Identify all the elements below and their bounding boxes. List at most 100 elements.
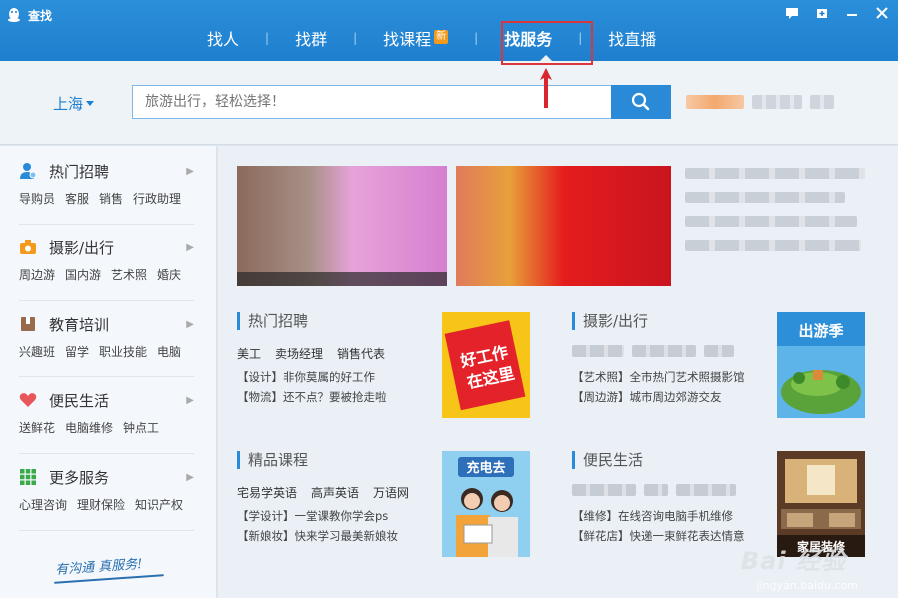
city-selector[interactable]: 上海	[53, 93, 95, 114]
qq-penguin-icon	[8, 8, 20, 22]
sub-link[interactable]: 留学	[65, 343, 89, 360]
sub-link[interactable]: 送鲜花	[19, 419, 55, 436]
card-link[interactable]: 【鲜花店】快递一束鲜花表达情意	[572, 528, 745, 544]
tag-link[interactable]: 销售代表	[337, 345, 385, 362]
category-title: 便民生活	[49, 391, 110, 410]
sub-link[interactable]: 职业技能	[99, 343, 147, 360]
chevron-right-icon: ▶	[186, 165, 194, 177]
sub-link[interactable]: 客服	[65, 190, 89, 207]
card-title[interactable]: 摄影/出行	[572, 312, 648, 330]
card-image-text: 出游季	[798, 322, 843, 340]
promo-banner[interactable]	[456, 166, 671, 286]
book-icon	[21, 317, 35, 331]
card-title[interactable]: 热门招聘	[237, 312, 308, 330]
chevron-down-icon	[86, 101, 95, 106]
card-title[interactable]: 精品课程	[237, 451, 308, 469]
card-image[interactable]: 充电去	[442, 451, 530, 557]
sub-link[interactable]: 心理咨询	[19, 496, 67, 513]
category-title: 更多服务	[49, 468, 110, 487]
sub-link[interactable]: 销售	[99, 190, 123, 207]
highlight-box	[501, 21, 593, 65]
recruit-user-icon	[20, 163, 37, 179]
minimize-icon[interactable]	[844, 6, 860, 22]
tag-link[interactable]: 美工	[237, 345, 261, 362]
sidebar-item-more[interactable]: 更多服务 ▶ 心理咨询 理财保险 知识产权	[19, 466, 194, 513]
category-title: 摄影/出行	[49, 238, 115, 257]
divider	[19, 224, 194, 225]
sidebar-item-recruitment[interactable]: 热门招聘 ▶ 导购员 客服 销售 行政助理	[19, 160, 194, 207]
tab-find-groups[interactable]: 找群	[283, 26, 339, 50]
nav-divider: |	[353, 31, 358, 45]
card-image[interactable]: 出游季	[777, 312, 865, 418]
category-title: 热门招聘	[49, 162, 110, 181]
search-button[interactable]	[611, 85, 671, 119]
card-link[interactable]: 【艺术照】全市热门艺术照摄影馆	[572, 369, 745, 385]
title-bar: 查找 找人 | 找群 | 找课程新 | 找服务 | 找直播	[0, 0, 898, 61]
service-card-recruitment: 热门招聘 美工 卖场经理 销售代表 【设计】非你莫属的好工作 【物流】还不点？要…	[237, 312, 530, 420]
camera-icon	[20, 240, 36, 254]
card-title[interactable]: 便民生活	[572, 451, 643, 469]
tag-link[interactable]: 宅易学英语	[237, 484, 297, 501]
tag-link[interactable]: 高声英语	[311, 484, 359, 501]
tab-find-courses[interactable]: 找课程新	[371, 26, 460, 50]
sub-link[interactable]: 钟点工	[123, 419, 159, 436]
sub-link[interactable]: 知识产权	[135, 496, 183, 513]
sub-link[interactable]: 国内游	[65, 266, 101, 283]
red-arrow-icon	[540, 68, 552, 108]
chevron-right-icon: ▶	[186, 471, 194, 483]
tab-find-live[interactable]: 找直播	[596, 26, 668, 50]
watermark-url: jingyan.baidu.com	[756, 579, 858, 592]
tag-link[interactable]: 万语网	[373, 484, 409, 501]
sub-link[interactable]: 婚庆	[157, 266, 181, 283]
divider	[19, 376, 194, 377]
category-title: 教育培训	[49, 315, 110, 334]
sub-link[interactable]: 行政助理	[133, 190, 181, 207]
user-info-redacted	[686, 95, 834, 109]
tags-redacted	[572, 484, 736, 496]
tag-link[interactable]: 卖场经理	[275, 345, 323, 362]
sub-link[interactable]: 艺术照	[111, 266, 147, 283]
chevron-right-icon: ▶	[186, 318, 194, 330]
promo-banner[interactable]	[237, 166, 447, 286]
sidebar-item-life[interactable]: 便民生活 ▶ 送鲜花 电脑维修 钟点工	[19, 389, 194, 436]
card-image[interactable]: 好工作 在这里	[442, 312, 530, 418]
window-title: 查找	[28, 9, 53, 23]
card-link[interactable]: 【设计】非你莫属的好工作	[237, 369, 375, 385]
divider	[19, 530, 194, 531]
service-card-photography: 摄影/出行 【艺术照】全市热门艺术照摄影馆 【周边游】城市周边郊游交友 出游季	[572, 312, 865, 420]
nav-divider: |	[265, 31, 270, 45]
sub-link[interactable]: 理财保险	[77, 496, 125, 513]
card-link[interactable]: 【物流】还不点？要被抢走啦	[237, 389, 387, 405]
card-link[interactable]: 【新娘妆】快来学习最美新娘妆	[237, 528, 398, 544]
sub-link[interactable]: 周边游	[19, 266, 55, 283]
sub-link[interactable]: 电脑	[157, 343, 181, 360]
chevron-right-icon: ▶	[186, 394, 194, 406]
heart-icon	[19, 393, 37, 407]
chevron-right-icon: ▶	[186, 241, 194, 253]
card-link[interactable]: 【维修】在线咨询电脑手机维修	[572, 508, 733, 524]
search-icon	[631, 92, 650, 111]
banner-caption	[237, 272, 447, 286]
tab-find-people[interactable]: 找人	[195, 26, 251, 50]
baidu-jingyan-watermark: Bai 经验	[740, 547, 846, 575]
divider	[19, 453, 194, 454]
sub-link[interactable]: 导购员	[19, 190, 55, 207]
feedback-icon[interactable]	[784, 6, 800, 22]
nav-divider: |	[474, 31, 479, 45]
card-link[interactable]: 【学设计】一堂课教你学会ps	[237, 508, 388, 524]
main-content: 热门招聘 美工 卖场经理 销售代表 【设计】非你莫属的好工作 【物流】还不点？要…	[218, 146, 898, 598]
grid-icon	[20, 469, 36, 485]
pin-icon[interactable]	[814, 6, 830, 22]
service-card-courses: 精品课程 宅易学英语 高声英语 万语网 【学设计】一堂课教你学会ps 【新娘妆】…	[237, 451, 530, 559]
sidebar-item-education[interactable]: 教育培训 ▶ 兴趣班 留学 职业技能 电脑	[19, 313, 194, 360]
search-row: 上海	[0, 61, 898, 145]
slogan: 有沟通 真服务!	[54, 556, 143, 579]
card-link[interactable]: 【周边游】城市周边郊游交友	[572, 389, 722, 405]
close-icon[interactable]	[874, 6, 890, 22]
sub-link[interactable]: 电脑维修	[65, 419, 113, 436]
sidebar-item-photography[interactable]: 摄影/出行 ▶ 周边游 国内游 艺术照 婚庆	[19, 236, 194, 283]
news-list-redacted	[685, 168, 870, 264]
sub-link[interactable]: 兴趣班	[19, 343, 55, 360]
tags-redacted	[572, 345, 734, 357]
new-badge: 新	[434, 30, 449, 44]
